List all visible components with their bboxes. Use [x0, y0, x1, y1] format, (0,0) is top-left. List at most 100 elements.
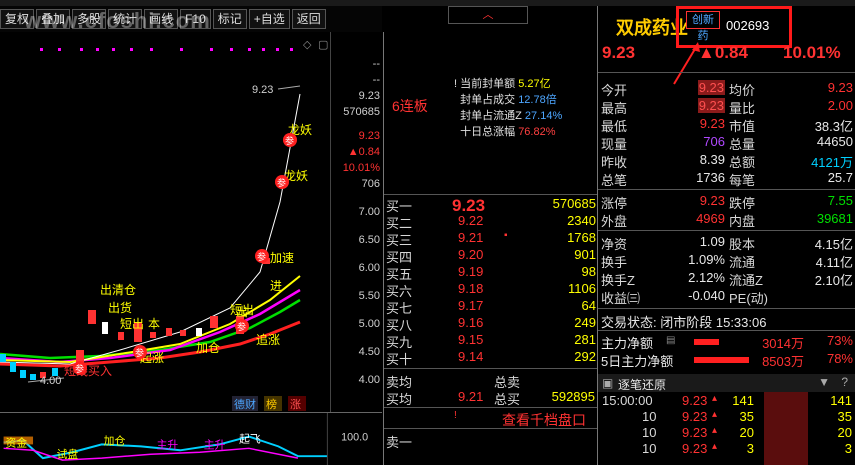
- bid-volume: 64: [581, 298, 596, 313]
- annotation-ben: 本: [148, 317, 160, 331]
- tag-decai-label: 德财: [234, 397, 256, 411]
- annotation-duanchu-1: 短出: [120, 317, 144, 331]
- quote-label: 收益㈢: [601, 291, 641, 306]
- quote-panel: 双成药业 创新药 002693 9.23 ▲0.84 10.01% 今开 9.2…: [597, 6, 855, 465]
- axis-volume: 570685: [343, 106, 380, 118]
- sector-badge[interactable]: 创新药: [686, 11, 720, 42]
- quote-value: 4121万: [811, 155, 853, 170]
- quote-label: 总额: [729, 155, 756, 170]
- query-depth-button[interactable]: 查看千档盘口: [502, 410, 586, 430]
- quote-value: 4969: [696, 211, 725, 226]
- tick-time: 15:00:00: [602, 393, 653, 408]
- seal-row: 封单占成交 12.78倍: [454, 92, 562, 108]
- axis-tick-550: 5.50: [358, 290, 380, 302]
- bid-row-9[interactable]: 买九 9.15 281: [384, 332, 598, 350]
- quote-row-eps: 收益㈢ -0.040 PE(动): [598, 288, 855, 306]
- svg-text:参: 参: [285, 135, 294, 146]
- quote-label: 流通: [729, 255, 756, 270]
- trade-status-time: 15:33:06: [715, 315, 767, 330]
- dropdown-icon[interactable]: ▼: [818, 375, 830, 389]
- svg-text:参: 参: [135, 347, 144, 358]
- seal-value: 5.27亿: [518, 78, 551, 90]
- lower-label-zhusheng-1: 主升: [157, 439, 179, 451]
- help-icon[interactable]: ?: [841, 375, 848, 389]
- tick-up-arrow-icon: ▴: [712, 409, 718, 420]
- quote-value: 9.23: [699, 116, 725, 131]
- bid-row-10[interactable]: 买十 9.14 292: [384, 349, 598, 367]
- bid-row-4[interactable]: 买四 9.20 901: [384, 247, 598, 265]
- bid-row-8[interactable]: 买八 9.16 249: [384, 315, 598, 333]
- bid-row-5[interactable]: 买五 9.19 98: [384, 264, 598, 282]
- seal-label: 十日总涨幅: [460, 126, 516, 138]
- lower-label-zhusheng-2: 主升: [204, 439, 226, 451]
- main-net-5d-row: 5日主力净额 8503万 78%: [598, 351, 855, 369]
- buy-avg-value: 9.21: [458, 389, 484, 404]
- tick-qty-2: 20: [837, 425, 852, 440]
- bid-change-mark: ▪: [504, 230, 508, 241]
- svg-text:参: 参: [277, 177, 286, 188]
- ask-row-1-label: 卖一: [386, 435, 413, 450]
- quote-row-netasset: 净资 1.09 股本 4.15亿: [598, 234, 855, 252]
- seal-label: 当前封单额: [460, 78, 516, 90]
- axis-tick-400: 4.00: [358, 374, 380, 386]
- bid-volume: 1106: [568, 281, 596, 296]
- bid-row-3[interactable]: 买三 9.21 ▪ 1768: [384, 230, 598, 248]
- quote-value: 2.00: [827, 98, 853, 113]
- quote-label: 内盘: [729, 214, 756, 229]
- collapse-arrow-icon[interactable]: ▣: [602, 376, 613, 390]
- lower-label-qifei: 起飞: [239, 433, 261, 445]
- divider: [598, 330, 855, 331]
- back-button[interactable]: 返回: [291, 9, 326, 29]
- lower-label-shipan: 试盘: [57, 448, 79, 461]
- kline-chart[interactable]: ◇ ▢ 9.23 4.00 龙妖 龙妖 加速 进 出 出清仓 出货 短出 本 短…: [0, 32, 330, 412]
- tick-qty: 141: [732, 393, 754, 408]
- axis-tick-700: 7.00: [358, 206, 380, 218]
- bid-row-1[interactable]: 买一 9.23 570685: [384, 196, 598, 215]
- tick-price: 9.23: [682, 393, 708, 408]
- collapse-icon[interactable]: ◇: [303, 39, 312, 51]
- tick-row: 10 9.23 ▴ 3 3: [598, 441, 855, 457]
- ticks-header[interactable]: ▣ 逐笔还原 ▼ ?: [598, 374, 855, 392]
- bid-price: 9.19: [458, 264, 484, 279]
- last-price: 9.23: [602, 43, 636, 62]
- quote-value: 1.09%: [688, 252, 725, 267]
- quote-value: 2.12%: [688, 270, 725, 285]
- mark-button[interactable]: 标记: [212, 9, 247, 29]
- quote-label: 净资: [601, 237, 628, 252]
- divider: [598, 308, 855, 309]
- tick-qty: 3: [746, 441, 754, 456]
- quote-label: 现量: [601, 137, 628, 152]
- quote-value: 1.09: [699, 234, 725, 249]
- detail-icon[interactable]: ▤: [666, 335, 675, 346]
- annotation-duanchu-2: 短出: [230, 303, 254, 317]
- quote-value: 39681: [816, 211, 853, 226]
- quote-label: 今开: [601, 83, 628, 98]
- axis-tick-450: 4.50: [358, 346, 380, 358]
- orderbook-panel: 6连板 ! 当前封单额 5.27亿 封单占成交 12.78倍 封单占流通Z 27…: [383, 32, 598, 465]
- tick-row: 10 9.23 ▴ 35 35: [598, 409, 855, 425]
- seal-value: 76.82%: [518, 126, 556, 138]
- seal-row: 封单占流通Z 27.14%: [454, 108, 562, 124]
- expand-icon[interactable]: ▢: [318, 39, 328, 51]
- quote-value: 44650: [816, 134, 853, 149]
- stock-code: 002693: [726, 18, 770, 33]
- price-change-pct: 10.01%: [783, 43, 841, 62]
- quote-label: 每笔: [729, 173, 756, 188]
- add-favorite-button[interactable]: +自选: [248, 9, 290, 29]
- tick-price: 9.23: [682, 409, 708, 424]
- bid-row-2[interactable]: 买二 9.22 2340: [384, 213, 598, 231]
- scroll-up-button[interactable]: ︿: [448, 6, 528, 24]
- annotation-qingcang: 出清仓: [100, 283, 136, 297]
- main-net-5d-pct: 78%: [826, 351, 853, 366]
- quote-label: PE(动): [729, 291, 769, 306]
- indicator-chart[interactable]: 资金 试盘 加仓 主升 主升 起飞 100.0: [0, 412, 382, 465]
- quote-row-trades: 总笔 1736 每笔 25.7: [598, 170, 855, 188]
- tag-zhang-label: 涨: [290, 398, 301, 411]
- divider: [598, 189, 855, 190]
- bid-price: 9.17: [458, 298, 484, 313]
- bid-price: 9.22: [458, 213, 484, 228]
- bid-row-6[interactable]: 买六 9.18 1106: [384, 281, 598, 299]
- tick-time: 10: [642, 425, 657, 440]
- bid-row-7[interactable]: 买七 9.17 64: [384, 298, 598, 316]
- quote-value: 38.3亿: [814, 119, 853, 134]
